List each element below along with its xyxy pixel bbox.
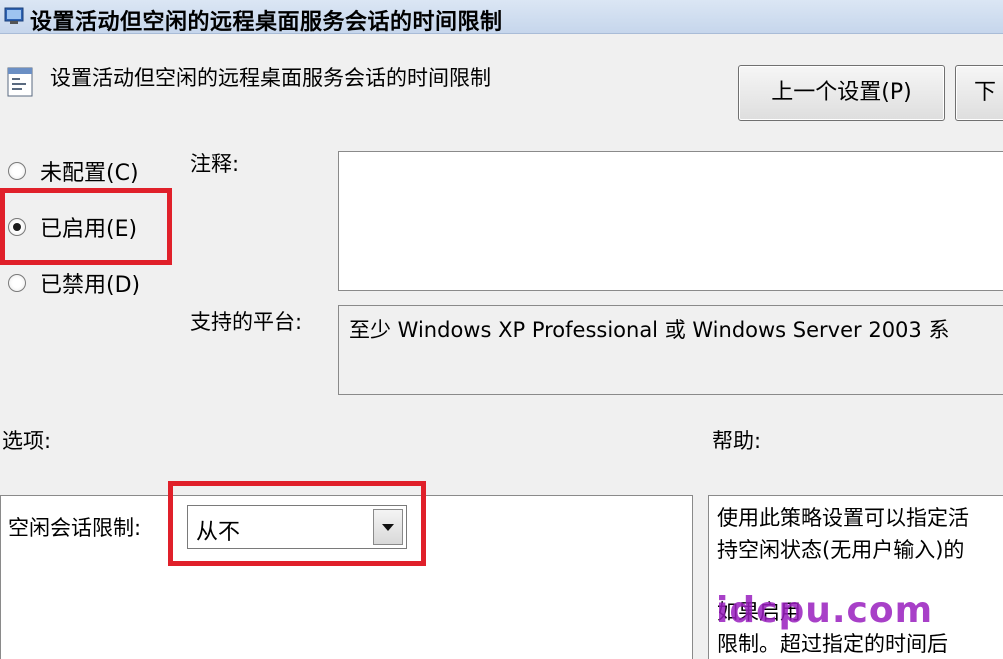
idle-limit-label: 空闲会话限制: — [8, 516, 142, 540]
radio-label: 未配置(C) — [40, 161, 139, 186]
help-text-pane: 使用此策略设置可以指定活 持空闲状态(无用户输入)的 如果启用 限制。超过指定的… — [708, 495, 1003, 659]
window-title: 设置活动但空闲的远程桌面服务会话的时间限制 — [30, 10, 503, 35]
policy-setting-icon — [7, 67, 33, 97]
radio-label: 已启用(E) — [40, 217, 138, 242]
help-line: 持空闲状态(无用户输入)的 — [717, 538, 965, 562]
radio-disabled[interactable]: 已禁用(D) — [8, 265, 140, 301]
radio-label: 已禁用(D) — [40, 273, 141, 298]
help-label: 帮助: — [712, 429, 762, 453]
platform-value: 至少 Windows XP Professional 或 Windows Ser… — [338, 305, 1003, 395]
platform-label: 支持的平台: — [190, 310, 303, 334]
policy-name: 设置活动但空闲的远程桌面服务会话的时间限制 — [50, 66, 491, 90]
options-label: 选项: — [2, 429, 52, 453]
idle-limit-dropdown[interactable]: 从不 — [187, 505, 407, 549]
help-line: 限制。超过指定的时间后 — [717, 632, 948, 656]
radio-not-configured[interactable]: 未配置(C) — [8, 153, 139, 189]
policy-dialog: 设置活动但空闲的远程桌面服务会话的时间限制 设置活动但空闲的远程桌面服务会话的时… — [0, 0, 1003, 659]
next-setting-button[interactable]: 下 — [955, 65, 1003, 121]
title-bar: 设置活动但空闲的远程桌面服务会话的时间限制 — [0, 0, 1003, 35]
dropdown-value: 从不 — [196, 520, 241, 545]
radio-button[interactable] — [8, 218, 26, 236]
policy-editor-icon — [4, 7, 24, 24]
comment-textarea[interactable] — [338, 151, 1003, 291]
chevron-down-icon[interactable] — [373, 509, 403, 545]
help-line: 使用此策略设置可以指定活 — [717, 506, 969, 530]
radio-enabled[interactable]: 已启用(E) — [8, 209, 137, 245]
previous-setting-button[interactable]: 上一个设置(P) — [738, 65, 945, 121]
watermark-text: idcpu.com — [716, 590, 934, 631]
comment-label: 注释: — [190, 152, 240, 176]
radio-button[interactable] — [8, 274, 26, 292]
radio-button[interactable] — [8, 162, 26, 180]
